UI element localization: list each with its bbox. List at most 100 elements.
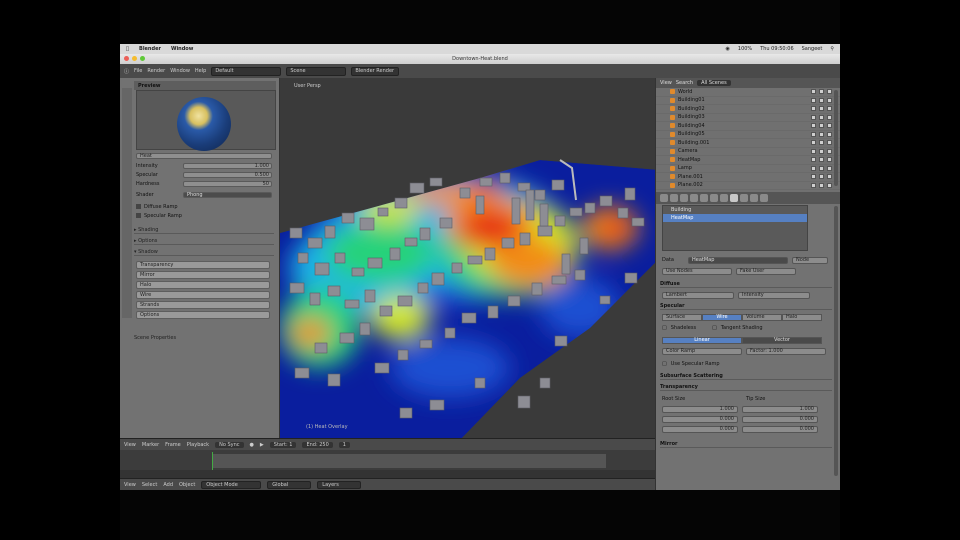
ramp-input[interactable]: Color Ramp <box>662 347 742 355</box>
current-frame-field[interactable]: 1 <box>338 441 350 448</box>
ramp-vector[interactable]: Vector <box>742 336 822 344</box>
camera-icon[interactable] <box>827 165 832 171</box>
cursor-icon[interactable] <box>819 148 824 154</box>
eye-icon[interactable] <box>811 157 816 163</box>
value-field[interactable]: 1.000 <box>742 405 818 413</box>
constraints-tab-icon[interactable] <box>700 194 708 202</box>
check-specular-ramp[interactable]: Specular Ramp <box>136 212 272 219</box>
cursor-icon[interactable] <box>819 106 824 112</box>
camera-icon[interactable] <box>827 182 832 188</box>
timeline-ruler[interactable] <box>120 470 655 478</box>
value-field[interactable]: 0.000 <box>662 425 738 433</box>
menu-view[interactable]: View <box>660 80 672 86</box>
object-tab-icon[interactable] <box>690 194 698 202</box>
menu-playback[interactable]: Playback <box>187 442 209 448</box>
cursor-icon[interactable] <box>819 157 824 163</box>
outliner-item[interactable]: Building.001 <box>656 139 840 148</box>
camera-icon[interactable] <box>827 97 832 103</box>
material-name-field[interactable]: Heat <box>136 152 272 159</box>
outliner-item[interactable]: Plane.002 <box>656 182 840 190</box>
outliner-scrollbar[interactable] <box>834 90 838 186</box>
outliner-item[interactable]: Building02 <box>656 105 840 114</box>
scene-selector[interactable]: Scene <box>286 66 347 76</box>
maximize-icon[interactable] <box>140 56 145 61</box>
menu-file[interactable]: File <box>134 68 142 74</box>
section-sss[interactable]: Subsurface Scattering <box>660 372 832 380</box>
wifi-icon[interactable]: ◉ <box>726 46 730 52</box>
properties-scrollbar[interactable] <box>834 206 838 476</box>
section-shadow[interactable]: ▾ Shadow <box>134 248 274 256</box>
ramp-linear[interactable]: Linear <box>662 336 742 344</box>
scene-properties-footer[interactable]: Scene Properties <box>134 334 274 342</box>
end-frame-field[interactable]: End: 250 <box>302 441 333 448</box>
camera-icon[interactable] <box>827 123 832 129</box>
camera-icon[interactable] <box>827 114 832 120</box>
outliner-item[interactable]: Building01 <box>656 97 840 105</box>
camera-icon[interactable] <box>827 140 832 146</box>
eye-icon[interactable] <box>811 97 816 103</box>
tab-surface[interactable]: Surface <box>662 313 702 321</box>
outliner-item[interactable]: Camera <box>656 148 840 156</box>
minimize-icon[interactable] <box>132 56 137 61</box>
3d-viewport[interactable]: User Persp (1) Heat Overlay <box>280 78 655 438</box>
cursor-icon[interactable] <box>819 131 824 137</box>
start-frame-field[interactable]: Start: 1 <box>269 441 297 448</box>
menu-marker[interactable]: Marker <box>142 442 159 448</box>
menu-window[interactable]: Window <box>171 46 193 52</box>
menu-app[interactable]: Blender <box>139 46 161 52</box>
tool-shelf-tabs[interactable] <box>122 88 132 318</box>
checkbox-icon[interactable] <box>136 213 141 218</box>
outliner-item[interactable]: Building05 <box>656 131 840 139</box>
outliner-item[interactable]: Building04 <box>656 122 840 131</box>
menu-window[interactable]: Window <box>170 68 190 74</box>
eye-icon[interactable] <box>811 123 816 129</box>
record-icon[interactable]: ● <box>250 442 254 448</box>
hardness-slider[interactable]: 50 <box>183 180 272 187</box>
battery-status[interactable]: 100% <box>738 46 752 52</box>
cursor-icon[interactable] <box>819 123 824 129</box>
section-mirror[interactable]: Mirror <box>660 440 832 448</box>
outliner-item[interactable]: World <box>656 88 840 97</box>
menu-add[interactable]: Add <box>163 482 173 488</box>
shader-dropdown[interactable]: Phong <box>183 191 272 198</box>
camera-icon[interactable] <box>827 157 832 163</box>
eye-icon[interactable] <box>811 106 816 112</box>
value-field[interactable]: 1.000 <box>662 405 738 413</box>
texture-tab-icon[interactable] <box>740 194 748 202</box>
timeline-area[interactable] <box>120 450 655 478</box>
close-icon[interactable] <box>124 56 129 61</box>
preview-header[interactable]: Preview <box>134 81 276 90</box>
layers-widget[interactable]: Layers <box>317 480 362 489</box>
section-strand[interactable]: Transparency <box>660 383 832 391</box>
cursor-icon[interactable] <box>819 140 824 146</box>
button-wire[interactable]: Wire <box>136 291 270 299</box>
tangent-check[interactable]: □ <box>712 325 717 331</box>
physics-tab-icon[interactable] <box>760 194 768 202</box>
fake-user-toggle[interactable]: Fake User <box>736 267 796 275</box>
diffuse-intensity[interactable]: Intensity <box>738 291 810 299</box>
node-button[interactable]: Node <box>792 256 828 264</box>
tab-volume[interactable]: Volume <box>742 313 782 321</box>
eye-icon[interactable] <box>811 140 816 146</box>
particles-tab-icon[interactable] <box>750 194 758 202</box>
menu-view[interactable]: View <box>124 482 136 488</box>
modifiers-tab-icon[interactable] <box>710 194 718 202</box>
cursor-icon[interactable] <box>819 97 824 103</box>
section-shading[interactable]: ▸ Shading <box>134 226 274 234</box>
camera-icon[interactable] <box>827 89 832 95</box>
diffuse-shader[interactable]: Lambert <box>662 291 734 299</box>
play-icon[interactable]: ▶ <box>260 442 264 448</box>
clock[interactable]: Thu 09:50:06 <box>760 46 793 52</box>
menu-object[interactable]: Object <box>179 482 195 488</box>
scene-tab-icon[interactable] <box>670 194 678 202</box>
shadeless-check[interactable]: □ <box>662 325 667 331</box>
section-diffuse[interactable]: Diffuse <box>660 280 832 288</box>
outliner-item[interactable]: HeatMap <box>656 156 840 165</box>
menu-frame[interactable]: Frame <box>165 442 181 448</box>
outliner-item[interactable]: Plane.001 <box>656 173 840 182</box>
cursor-icon[interactable] <box>819 89 824 95</box>
user-name[interactable]: Sangeet <box>802 46 823 52</box>
menu-view[interactable]: View <box>124 442 136 448</box>
pivot-dropdown[interactable]: Global <box>267 480 312 489</box>
checkbox-icon[interactable] <box>136 204 141 209</box>
